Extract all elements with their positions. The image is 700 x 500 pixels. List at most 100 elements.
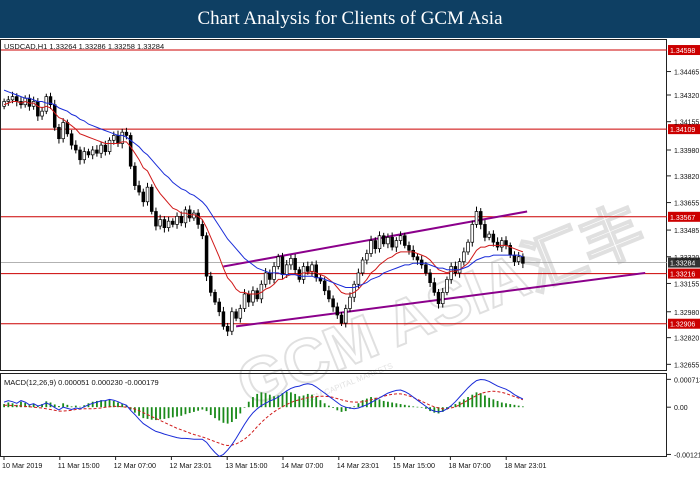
candle-body	[516, 256, 521, 262]
candle-body	[213, 292, 217, 303]
macd-histogram-bar	[298, 396, 301, 408]
time-tick-label: 11 Mar 15:00	[58, 461, 100, 470]
candle-body	[504, 240, 508, 246]
candle-body	[154, 211, 158, 227]
time-tick-label: 18 Mar 07:00	[448, 461, 490, 470]
macd-histogram-bar	[108, 399, 111, 408]
candle-body	[268, 272, 272, 280]
candle-body	[478, 211, 483, 225]
candle-body	[196, 212, 200, 225]
level-label: 1.32906	[670, 322, 695, 329]
banner-title: Chart Analysis for Clients of GCM Asia	[0, 0, 700, 38]
time-tick-label: 12 Mar 07:00	[114, 461, 156, 470]
candle-body	[44, 96, 49, 112]
candle-body	[209, 275, 213, 293]
candle-body	[398, 235, 403, 241]
macd-tick-label: 0.000713	[674, 377, 700, 384]
candle-body	[145, 186, 150, 203]
candle-body	[133, 165, 137, 186]
price-tick-label: 1.34155	[674, 120, 699, 127]
candle-body	[390, 237, 394, 248]
macd-histogram-bar	[294, 393, 297, 408]
macd-histogram-bar	[387, 401, 389, 408]
candle-body	[348, 296, 352, 309]
macd-histogram-bar	[66, 404, 69, 408]
macd-histogram-bar	[471, 394, 474, 408]
candle-body	[521, 256, 525, 264]
candle-body	[263, 272, 268, 285]
candle-body	[403, 235, 407, 246]
candle-body	[179, 215, 184, 224]
macd-histogram-bar	[273, 396, 275, 408]
candle-body	[500, 240, 504, 248]
candle-body	[225, 325, 230, 332]
macd-histogram-bar	[382, 400, 385, 408]
macd-histogram-bar	[163, 407, 166, 419]
macd-histogram-bar	[306, 393, 309, 408]
candle-body	[314, 264, 318, 279]
macd-histogram-bar	[235, 407, 237, 419]
candle-body	[289, 258, 293, 266]
candle-body	[36, 101, 40, 117]
macd-histogram-bar	[290, 392, 292, 408]
macd-histogram-bar	[247, 401, 250, 408]
macd-histogram-bar	[357, 403, 360, 408]
price-tick-label: 1.33320	[674, 255, 699, 262]
macd-histogram-bar	[159, 407, 162, 420]
macd-histogram-bar	[475, 392, 478, 408]
candle-body	[377, 235, 382, 250]
price-chart: GCM ASIA汇丰 GCM CAPITAL MARKETS 1.345981.…	[0, 38, 700, 500]
candle-body	[474, 211, 479, 225]
candle-body	[69, 133, 74, 146]
macd-histogram-bar	[408, 405, 410, 408]
price-tick-label: 1.32820	[674, 336, 699, 343]
level-label: 1.34598	[670, 48, 695, 55]
candle-body	[386, 237, 390, 245]
macd-histogram-bar	[319, 400, 322, 408]
macd-histogram-bar	[167, 407, 170, 419]
macd-histogram-bar	[433, 407, 436, 413]
macd-histogram-bar	[365, 398, 368, 408]
macd-tick-label: 0.00	[674, 405, 688, 412]
macd-histogram-bar	[374, 397, 377, 408]
macd-histogram-bar	[171, 407, 174, 418]
candle-body	[230, 311, 234, 332]
candle-body	[200, 224, 205, 237]
candle-body	[162, 219, 167, 228]
price-tick-label: 1.33155	[674, 281, 699, 288]
macd-histogram-bar	[226, 407, 229, 424]
macd-histogram-bar	[58, 406, 60, 408]
candle-body	[369, 240, 373, 254]
candle-body	[462, 251, 466, 262]
macd-histogram-bar	[222, 407, 225, 423]
candle-body	[255, 290, 259, 300]
candle-body	[327, 290, 331, 300]
macd-histogram-bar	[45, 401, 48, 408]
macd-histogram-bar	[399, 404, 402, 408]
candle-body	[306, 266, 310, 272]
macd-histogram-bar	[197, 407, 200, 411]
candle-body	[15, 96, 19, 102]
candle-body	[141, 191, 146, 203]
time-tick-label: 13 Mar 15:00	[225, 461, 267, 470]
candle-body	[52, 104, 57, 128]
candle-body	[466, 241, 470, 253]
macd-histogram-bar	[281, 393, 284, 408]
macd-histogram-bar	[285, 391, 288, 408]
candle-body	[424, 264, 428, 274]
candle-body	[407, 245, 411, 251]
macd-histogram-bar	[458, 401, 461, 408]
macd-histogram-bar	[180, 407, 183, 416]
candle-body	[310, 264, 314, 272]
time-tick-label: 14 Mar 23:01	[337, 461, 379, 470]
price-tick-label: 1.33655	[674, 201, 699, 208]
macd-histogram-bar	[315, 397, 318, 408]
candle-body	[40, 110, 44, 117]
macd-histogram-bar	[264, 393, 267, 408]
macd-histogram-bar	[146, 407, 149, 419]
time-tick-label: 14 Mar 07:00	[281, 461, 323, 470]
macd-histogram-bar	[209, 407, 212, 415]
candle-body	[116, 135, 120, 144]
macd-histogram-bar	[205, 407, 208, 412]
candle-body	[149, 186, 154, 212]
